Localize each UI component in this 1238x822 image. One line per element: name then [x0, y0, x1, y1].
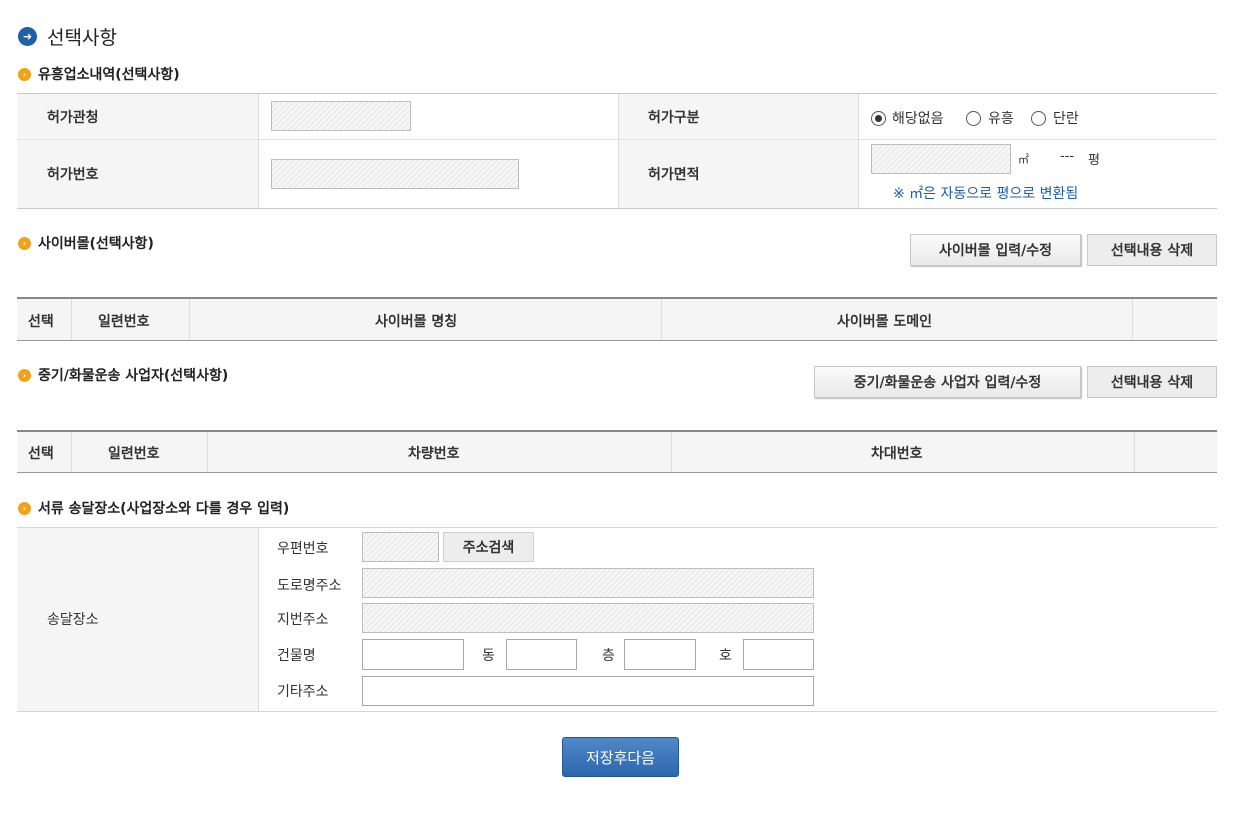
col-divider — [189, 299, 190, 340]
section-cybermall-title: › 사이버몰(선택사항) — [18, 233, 154, 253]
postal-code-input[interactable] — [362, 532, 439, 562]
area-pyeong-value: --- — [1060, 149, 1075, 164]
license-type-label: 허가구분 — [648, 110, 700, 126]
table-bottom-border — [17, 208, 1217, 209]
heavy-table-header — [17, 432, 1217, 472]
ho-input[interactable] — [743, 639, 814, 670]
col-divider — [858, 94, 859, 208]
radio-karaoke[interactable] — [1031, 111, 1046, 126]
col-divider — [258, 94, 259, 208]
col-header-chassis-number: 차대번호 — [871, 446, 923, 462]
col-divider — [671, 432, 672, 472]
building-name-input[interactable] — [362, 639, 464, 670]
cybermall-delete-button[interactable]: 선택내용 삭제 — [1087, 234, 1217, 266]
area-conversion-note: ※ ㎡은 자동으로 평으로 변환됨 — [893, 186, 1079, 202]
dong-label: 동 — [482, 648, 495, 664]
area-pyeong-unit: 평 — [1088, 153, 1100, 168]
road-address-label: 도로명주소 — [277, 578, 342, 594]
bullet-icon: › — [18, 501, 31, 515]
floor-label: 층 — [602, 648, 615, 664]
col-divider — [71, 299, 72, 340]
col-divider — [207, 432, 208, 472]
license-agency-input[interactable] — [271, 101, 411, 131]
other-address-input[interactable] — [362, 676, 814, 706]
save-next-button[interactable]: 저장후다음 — [562, 737, 679, 777]
heavy-table-bottom — [17, 472, 1217, 473]
row-divider — [17, 139, 1217, 140]
license-number-input[interactable] — [271, 159, 519, 189]
section-delivery-title: › 서류 송달장소(사업장소와 다를 경우 입력) — [18, 498, 289, 518]
lot-address-label: 지번주소 — [277, 612, 329, 628]
road-address-input[interactable] — [362, 568, 814, 598]
col-divider — [1132, 299, 1133, 340]
col-divider — [661, 299, 662, 340]
license-number-label: 허가번호 — [47, 167, 99, 183]
radio-entertainment[interactable] — [966, 111, 981, 126]
lot-address-input[interactable] — [362, 603, 814, 633]
heavy-delete-button[interactable]: 선택내용 삭제 — [1087, 366, 1217, 398]
other-address-label: 기타주소 — [277, 684, 329, 700]
page-header: ➜ 선택사항 — [18, 24, 117, 49]
dong-input[interactable] — [506, 639, 577, 670]
address-search-button[interactable]: 주소검색 — [443, 532, 534, 562]
col-header-mall-domain: 사이버몰 도메인 — [837, 314, 933, 330]
section-business-title: › 유흥업소내역(선택사항) — [18, 64, 180, 84]
radio-none-label: 해당없음 — [892, 111, 944, 127]
cybermall-edit-button[interactable]: 사이버몰 입력/수정 — [910, 234, 1081, 266]
col-header-serial: 일련번호 — [98, 314, 150, 330]
section-heavy-title: › 중기/화물운송 사업자(선택사항) — [18, 365, 228, 385]
col-header-serial: 일련번호 — [108, 446, 160, 462]
col-header-mall-name: 사이버몰 명칭 — [375, 314, 458, 330]
col-header-select: 선택 — [28, 314, 54, 330]
delivery-table-bottom — [17, 711, 1217, 712]
license-area-input[interactable] — [871, 144, 1011, 174]
col-header-select: 선택 — [28, 446, 54, 462]
arrow-right-icon: ➜ — [18, 26, 37, 46]
bullet-icon: › — [18, 368, 31, 382]
col-divider — [618, 94, 619, 208]
col-header-vehicle-number: 차량번호 — [408, 446, 460, 462]
col-divider — [258, 528, 259, 711]
area-unit-m2: ㎡ — [1018, 153, 1029, 166]
radio-none[interactable] — [871, 111, 886, 126]
ho-label: 호 — [719, 648, 732, 664]
col-divider — [1134, 432, 1135, 472]
bullet-icon: › — [18, 236, 31, 250]
postal-code-label: 우편번호 — [277, 541, 329, 557]
license-area-label: 허가면적 — [648, 167, 700, 183]
col-divider — [71, 432, 72, 472]
page-title: 선택사항 — [47, 26, 117, 49]
floor-input[interactable] — [624, 639, 696, 670]
cybermall-table-bottom — [17, 340, 1217, 341]
bullet-icon: › — [18, 67, 31, 81]
building-name-label: 건물명 — [277, 648, 316, 664]
cybermall-table-header — [17, 299, 1217, 340]
heavy-edit-button[interactable]: 중기/화물운송 사업자 입력/수정 — [814, 366, 1081, 398]
radio-entertainment-label: 유흥 — [988, 111, 1014, 127]
license-agency-label: 허가관청 — [47, 110, 99, 126]
delivery-row-label: 송달장소 — [47, 612, 99, 628]
radio-karaoke-label: 단란 — [1053, 111, 1079, 127]
